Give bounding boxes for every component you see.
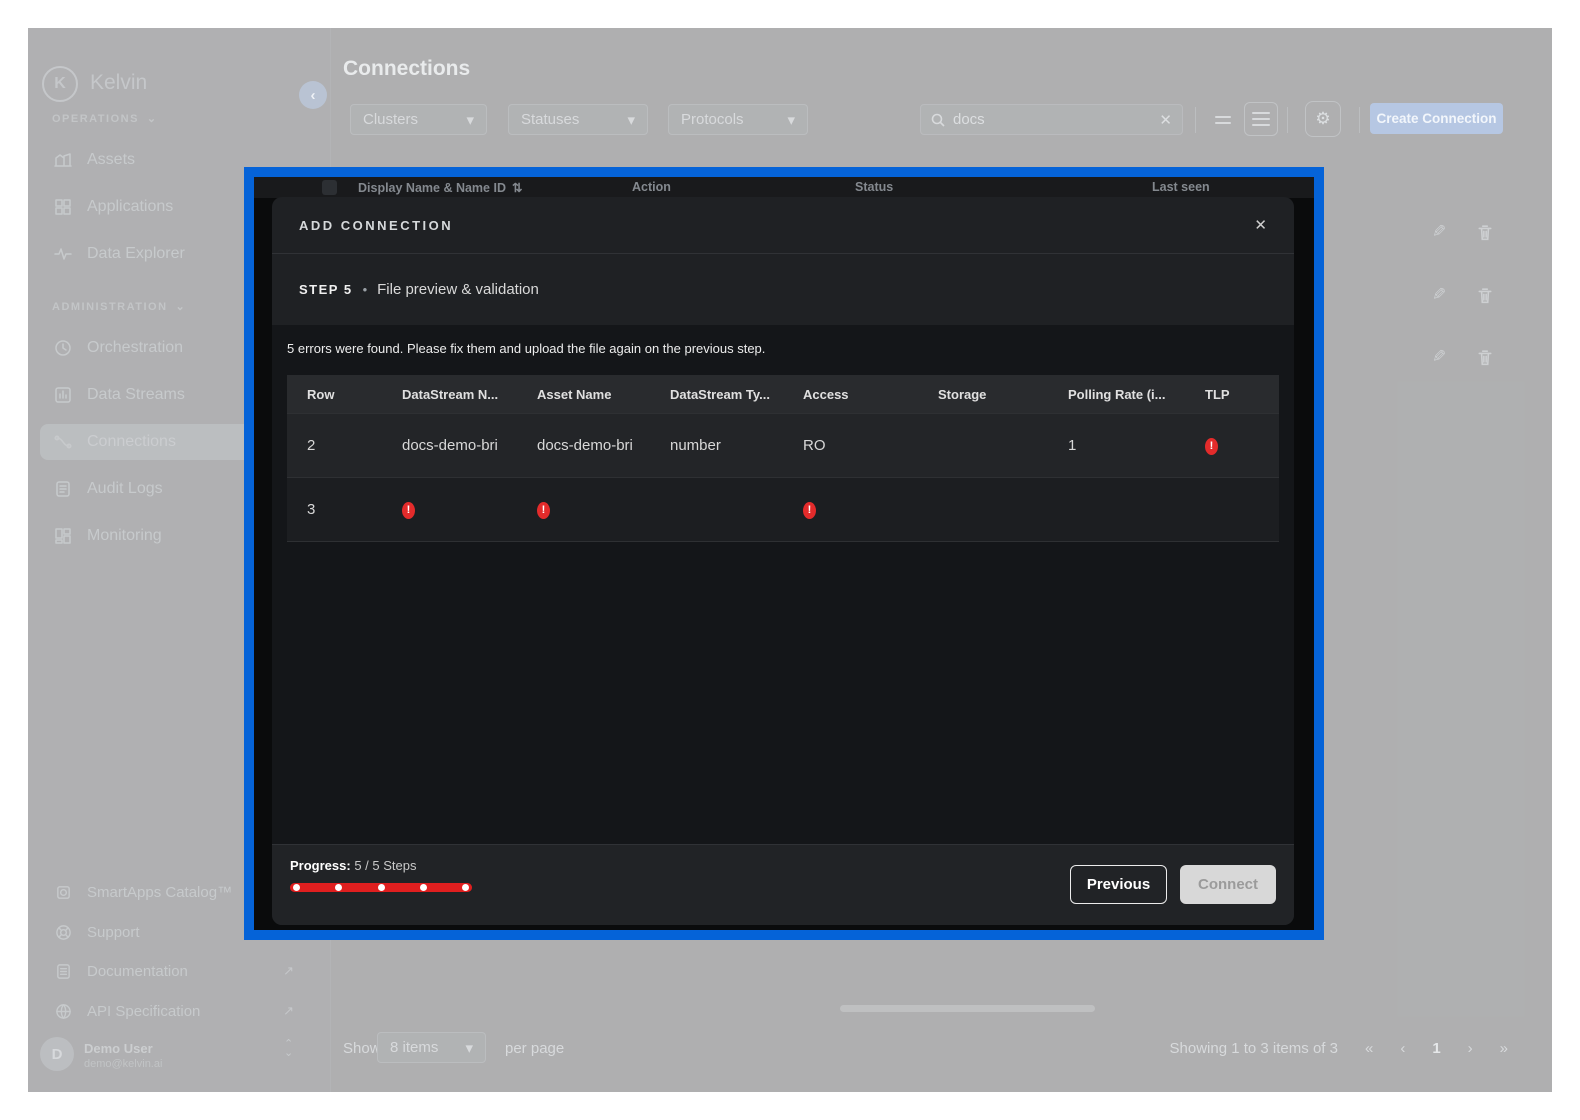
exclamation-glyph: ! bbox=[542, 504, 546, 516]
column-last-seen[interactable]: Last seen bbox=[1152, 180, 1210, 194]
step-label: STEP 5 bbox=[299, 282, 353, 297]
error-icon[interactable]: ! bbox=[402, 502, 415, 519]
progress-step-dot bbox=[293, 884, 300, 891]
step-title: File preview & validation bbox=[377, 281, 539, 298]
exclamation-glyph: ! bbox=[1210, 440, 1214, 452]
cell-access: ! bbox=[783, 500, 918, 519]
preview-table-header: Row DataStream N... Asset Name DataStrea… bbox=[287, 375, 1279, 413]
progress-step-dot bbox=[462, 884, 469, 891]
select-all-checkbox[interactable] bbox=[322, 180, 337, 195]
cell-asset-name: ! bbox=[517, 500, 650, 519]
col-storage: Storage bbox=[918, 387, 1048, 402]
step-header: STEP 5 • File preview & validation bbox=[272, 254, 1294, 326]
column-label: Last seen bbox=[1152, 180, 1210, 194]
progress-bar bbox=[290, 883, 472, 892]
cell-datastream-type: number bbox=[650, 437, 783, 454]
background-table-header: Display Name & Name ID ⇅ Action Status L… bbox=[254, 177, 1314, 198]
cell-asset-name: docs-demo-bri bbox=[517, 437, 650, 454]
col-asset-name: Asset Name bbox=[517, 387, 650, 402]
progress-value: 5 / 5 Steps bbox=[354, 858, 416, 873]
progress-step-dot bbox=[420, 884, 427, 891]
col-polling-rate: Polling Rate (i... bbox=[1048, 387, 1185, 402]
col-datastream-type: DataStream Ty... bbox=[650, 387, 783, 402]
table-row: 2 docs-demo-bri docs-demo-bri number RO … bbox=[287, 413, 1279, 477]
progress-label-bold: Progress: bbox=[290, 858, 351, 873]
error-icon[interactable]: ! bbox=[537, 502, 550, 519]
column-status[interactable]: Status bbox=[855, 180, 893, 194]
col-row: Row bbox=[287, 387, 382, 402]
exclamation-glyph: ! bbox=[407, 504, 411, 516]
error-icon[interactable]: ! bbox=[803, 502, 816, 519]
col-tlp: TLP bbox=[1185, 387, 1279, 402]
progress-label: Progress: 5 / 5 Steps bbox=[290, 858, 416, 873]
close-icon[interactable]: ✕ bbox=[1254, 216, 1267, 234]
cell-row: 2 bbox=[287, 437, 382, 454]
modal-footer: Progress: 5 / 5 Steps Previous Connect bbox=[272, 844, 1294, 925]
modal-body: 5 errors were found. Please fix them and… bbox=[272, 325, 1294, 845]
cell-polling-rate: 1 bbox=[1048, 437, 1185, 454]
col-access: Access bbox=[783, 387, 918, 402]
highlight-region: Display Name & Name ID ⇅ Action Status L… bbox=[244, 167, 1324, 940]
table-row: 3 ! ! ! bbox=[287, 477, 1279, 542]
dot-icon: • bbox=[363, 282, 368, 297]
previous-button[interactable]: Previous bbox=[1070, 865, 1167, 904]
connect-button[interactable]: Connect bbox=[1180, 865, 1276, 904]
column-display-name[interactable]: Display Name & Name ID ⇅ bbox=[358, 180, 522, 195]
error-banner: 5 errors were found. Please fix them and… bbox=[287, 341, 765, 356]
error-icon[interactable]: ! bbox=[1205, 438, 1218, 455]
cell-access: RO bbox=[783, 437, 918, 454]
preview-table: Row DataStream N... Asset Name DataStrea… bbox=[287, 375, 1279, 542]
col-datastream-name: DataStream N... bbox=[382, 387, 517, 402]
cell-datastream-name: ! bbox=[382, 500, 517, 519]
cell-tlp: ! bbox=[1185, 436, 1279, 455]
column-label: Display Name & Name ID bbox=[358, 181, 506, 195]
cell-row: 3 bbox=[287, 501, 382, 518]
cell-datastream-name: docs-demo-bri bbox=[382, 437, 517, 454]
column-label: Status bbox=[855, 180, 893, 194]
progress-step-dot bbox=[378, 884, 385, 891]
modal-header: ADD CONNECTION ✕ bbox=[272, 197, 1294, 254]
exclamation-glyph: ! bbox=[808, 504, 812, 516]
modal-title: ADD CONNECTION bbox=[299, 218, 453, 233]
add-connection-modal: ADD CONNECTION ✕ STEP 5 • File preview &… bbox=[272, 197, 1294, 925]
column-label: Action bbox=[632, 180, 671, 194]
column-action[interactable]: Action bbox=[632, 180, 671, 194]
progress-step-dot bbox=[335, 884, 342, 891]
sort-icon: ⇅ bbox=[512, 180, 522, 195]
